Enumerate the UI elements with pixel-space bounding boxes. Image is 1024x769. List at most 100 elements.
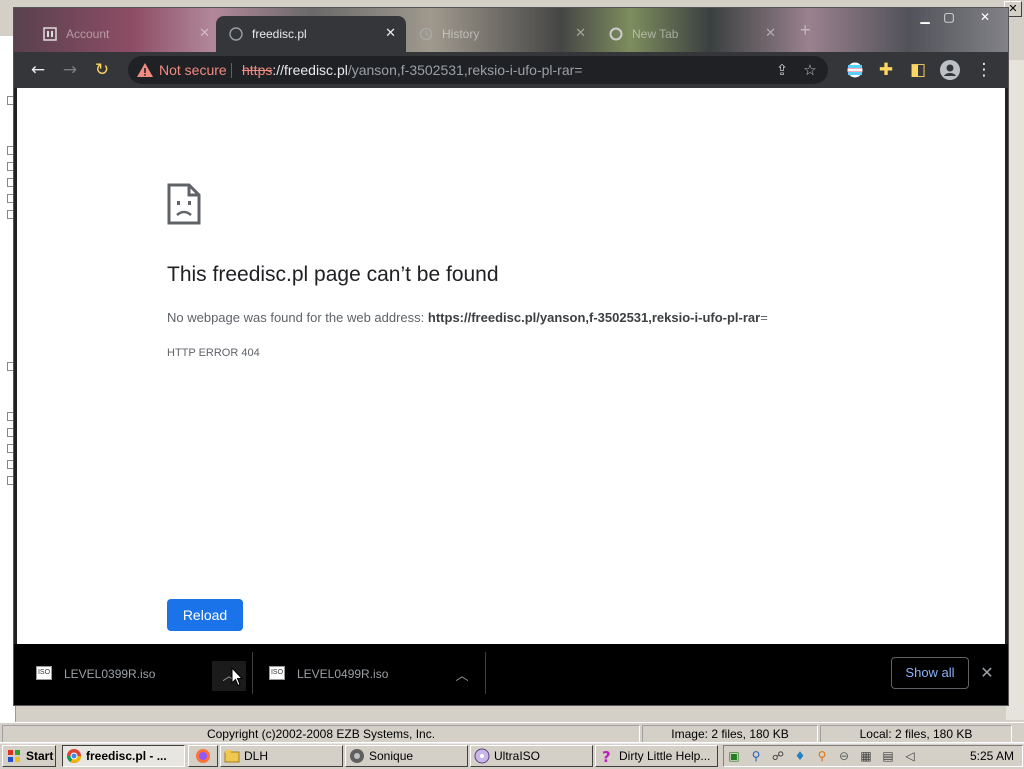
taskbar-button-label: UltraISO: [494, 749, 541, 763]
reload-icon[interactable]: ↻: [90, 58, 114, 82]
display-tray-icon[interactable]: ▤: [880, 748, 896, 764]
close-icon[interactable]: ✕: [977, 663, 997, 683]
balloon-tray-icon[interactable]: ♦: [792, 748, 808, 764]
volume-icon[interactable]: ◁: [902, 748, 918, 764]
error-description-url: https://freedisc.pl/yanson,f-3502531,rek…: [427, 310, 761, 325]
taskbar-button-firefox[interactable]: [188, 745, 218, 767]
firefox-icon: [196, 749, 210, 763]
warning-icon: [137, 63, 153, 77]
status-copyright: Copyright (c)2002-2008 EZB Systems, Inc.: [2, 725, 640, 743]
bookmark-star-icon[interactable]: ☆: [800, 60, 820, 80]
url-text[interactable]: https://freedisc.pl/yanson,f-3502531,rek…: [242, 62, 582, 78]
new-tab-button[interactable]: +: [800, 20, 824, 56]
show-all-button[interactable]: Show all: [891, 657, 969, 689]
forward-arrow-icon[interactable]: →: [58, 58, 82, 82]
download-divider: [485, 652, 486, 694]
taskbar-button-ultraiso[interactable]: UltraISO: [470, 745, 593, 767]
close-icon[interactable]: ✕: [976, 10, 994, 24]
network-tray-icon[interactable]: ⚲: [748, 748, 764, 764]
background-status-bar: Copyright (c)2002-2008 EZB Systems, Inc.…: [0, 722, 1024, 743]
tab-label: freedisc.pl: [252, 27, 307, 41]
url-path: /yanson,f-3502531,reksio-i-ufo-pl-rar=: [347, 62, 583, 78]
chevron-up-icon[interactable]: ︿: [445, 661, 479, 691]
windows-logo-icon: [8, 750, 20, 762]
iso-file-icon: ISO: [36, 666, 52, 680]
connection-tray-icon[interactable]: ☍: [770, 748, 786, 764]
iso-file-icon: ISO: [269, 666, 285, 680]
tab-account[interactable]: Account ✕: [30, 16, 220, 52]
tab-freedisc[interactable]: freedisc.pl ✕: [216, 16, 406, 52]
taskbar-button-dirty-little-helper[interactable]: ? Dirty Little Help...: [595, 745, 718, 767]
url-host: ://freedisc.pl: [272, 62, 348, 78]
tab-history[interactable]: History ✕: [406, 16, 596, 52]
taskbar-button-chrome[interactable]: freedisc.pl - ...: [62, 745, 185, 767]
search-tray-icon[interactable]: ⚲: [814, 748, 830, 764]
tab-label: Account: [66, 27, 110, 41]
minimize-icon[interactable]: ▁: [916, 10, 934, 24]
error-description-suffix: =: [760, 310, 768, 325]
status-image-info: Image: 2 files, 180 KB: [642, 725, 818, 743]
extensions-puzzle-icon[interactable]: ✚: [874, 58, 898, 82]
download-item[interactable]: ISO LEVEL0399R.iso ︿: [28, 652, 256, 694]
globe-icon: [229, 27, 243, 41]
taskbar-button-label: freedisc.pl - ...: [86, 749, 167, 763]
error-description-prefix: No webpage was found for the web address…: [167, 310, 425, 325]
sad-document-icon: [167, 183, 201, 225]
menu-kebab-icon[interactable]: ⋮: [972, 58, 996, 82]
reload-button[interactable]: Reload: [167, 599, 243, 631]
browser-window: Account ✕ freedisc.pl ✕ History ✕ New Ta…: [14, 8, 1008, 705]
download-filename: LEVEL0499R.iso: [297, 667, 389, 681]
omnibox-divider: [231, 63, 232, 78]
status-local-info: Local: 2 files, 180 KB: [820, 725, 1012, 743]
folder-icon: [224, 750, 240, 763]
tab-close-icon[interactable]: ✕: [199, 25, 210, 41]
google-icon: [609, 27, 623, 41]
download-item[interactable]: ISO LEVEL0499R.iso ︿: [261, 652, 489, 694]
taskbar-button-sonique[interactable]: Sonique: [345, 745, 468, 767]
disc-icon: [474, 748, 490, 764]
start-button[interactable]: Start: [2, 745, 56, 767]
tab-new-tab[interactable]: New Tab ✕: [596, 16, 786, 52]
tab-close-icon[interactable]: ✕: [575, 25, 586, 41]
taskbar-button-dlh[interactable]: DLH: [220, 745, 343, 767]
taskbar-clock[interactable]: 5:25 AM: [970, 748, 1014, 764]
taskbar-button-label: DLH: [244, 749, 269, 763]
error-title: This freedisc.pl page can’t be found: [167, 263, 499, 286]
maximize-icon[interactable]: ▢: [940, 10, 958, 24]
tab-close-icon[interactable]: ✕: [385, 25, 396, 41]
error-code: HTTP ERROR 404: [167, 347, 260, 359]
background-scrollbar[interactable]: [1006, 60, 1024, 720]
chrome-icon: [67, 749, 81, 763]
tab-strip: Account ✕ freedisc.pl ✕ History ✕ New Ta…: [14, 8, 1008, 52]
mouse-cursor-icon: [231, 667, 243, 687]
url-scheme: https: [242, 62, 273, 78]
download-filename: LEVEL0399R.iso: [64, 667, 156, 681]
start-label: Start: [26, 749, 54, 763]
minus-tray-icon[interactable]: ⊖: [836, 748, 852, 764]
sonique-icon: [350, 749, 364, 763]
bank-icon: [43, 27, 57, 41]
taskbar-button-label: Dirty Little Help...: [619, 749, 711, 763]
tab-close-icon[interactable]: ✕: [765, 25, 776, 41]
error-page: This freedisc.pl page can’t be found No …: [17, 88, 1005, 644]
error-description: No webpage was found for the web address…: [167, 310, 768, 325]
history-icon: [419, 27, 433, 41]
question-icon: ?: [602, 748, 611, 764]
monitor-tray-icon[interactable]: ▣: [726, 748, 742, 764]
tab-label: New Tab: [632, 27, 679, 41]
address-bar[interactable]: Not secure https://freedisc.pl/yanson,f-…: [128, 56, 828, 84]
window-tray-icon[interactable]: ▦: [858, 748, 874, 764]
tab-label: History: [442, 27, 480, 41]
share-icon[interactable]: ⇪: [772, 60, 792, 80]
download-shelf: ISO LEVEL0399R.iso ︿ ISO LEVEL0499R.iso …: [14, 644, 1008, 705]
profile-avatar-icon[interactable]: [938, 58, 962, 82]
back-arrow-icon[interactable]: ←: [26, 58, 50, 82]
download-divider: [252, 652, 253, 694]
taskbar-button-label: Sonique: [369, 749, 414, 763]
not-secure-label[interactable]: Not secure: [159, 62, 227, 78]
browser-toolbar: ← → ↻ Not secure https://freedisc.pl/yan…: [14, 52, 1008, 88]
system-tray: ▣ ⚲ ☍ ♦ ⚲ ⊖ ▦ ▤ ◁ 5:25 AM: [723, 745, 1023, 767]
extension-flag-icon[interactable]: [843, 58, 867, 82]
side-panel-icon[interactable]: ◧: [906, 58, 930, 82]
taskbar: Start freedisc.pl - ... DLH Sonique Ultr…: [0, 742, 1024, 769]
